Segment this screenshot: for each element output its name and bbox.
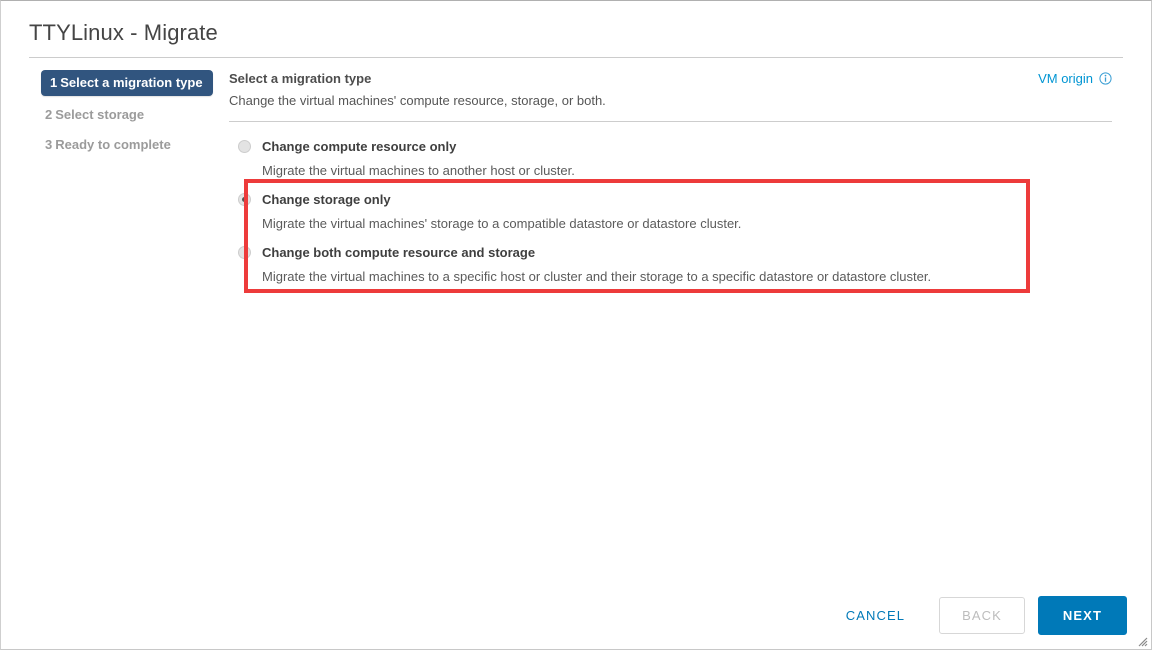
option-label: Change storage only [262, 192, 391, 207]
cancel-button[interactable]: CANCEL [830, 599, 921, 632]
vm-origin-label: VM origin [1038, 71, 1093, 86]
wizard-footer: CANCEL BACK NEXT [1, 581, 1151, 649]
info-circle-icon[interactable] [1099, 72, 1112, 85]
radio-change-both-compute-and-storage[interactable] [238, 246, 251, 259]
option-row[interactable]: Change storage only [238, 191, 1112, 208]
option-label: Change both compute resource and storage [262, 245, 536, 260]
option-description: Migrate the virtual machines to another … [262, 163, 575, 178]
next-button[interactable]: NEXT [1037, 595, 1127, 635]
radio-change-compute-resource-only[interactable] [238, 140, 251, 153]
step-label-3: Ready to complete [55, 137, 171, 152]
radio-change-storage-only[interactable] [238, 193, 251, 206]
step-number-1: 1 [50, 75, 58, 90]
sidebar-item-select-migration-type[interactable]: 1 Select a migration type [41, 70, 213, 96]
option-change-compute-resource-only[interactable]: Change compute resource only Migrate the… [238, 132, 1112, 185]
title-bar: TTYLinux - Migrate [1, 1, 1151, 58]
migrate-wizard-window: TTYLinux - Migrate 1 Select a migration t… [0, 0, 1152, 650]
sidebar-item-ready-to-complete[interactable]: 3 Ready to complete [45, 133, 229, 156]
option-row[interactable]: Change both compute resource and storage [238, 244, 1112, 261]
option-row[interactable]: Change compute resource only [238, 138, 1112, 155]
wizard-body: 1 Select a migration type 2 Select storage… [1, 58, 1151, 291]
content-divider [229, 121, 1112, 122]
option-change-both-compute-and-storage[interactable]: Change both compute resource and storage… [238, 238, 1112, 291]
content-pane: Select a migration type Change the virtu… [229, 70, 1151, 291]
section-title: Select a migration type [229, 71, 372, 86]
step-label-1: Select a migration type [60, 75, 203, 90]
page-title: TTYLinux - Migrate [29, 20, 218, 45]
migration-type-options: Change compute resource only Migrate the… [229, 132, 1112, 291]
option-description: Migrate the virtual machines' storage to… [262, 216, 742, 231]
step-number-3: 3 [45, 137, 53, 152]
sidebar-item-select-storage[interactable]: 2 Select storage [45, 103, 229, 126]
step-number-2: 2 [45, 107, 53, 122]
option-label: Change compute resource only [262, 139, 457, 154]
resize-grip-icon[interactable] [1136, 634, 1148, 647]
option-change-storage-only[interactable]: Change storage only Migrate the virtual … [238, 185, 1112, 238]
vm-origin-link[interactable]: VM origin [1038, 70, 1112, 86]
section-subtitle: Change the virtual machines' compute res… [229, 93, 606, 108]
content-header: Select a migration type Change the virtu… [229, 70, 1112, 110]
step-label-2: Select storage [55, 107, 145, 122]
option-description: Migrate the virtual machines to a specif… [262, 269, 932, 284]
content-header-text: Select a migration type Change the virtu… [229, 70, 606, 110]
step-navigation: 1 Select a migration type 2 Select storage… [1, 70, 229, 163]
back-button: BACK [939, 596, 1025, 634]
